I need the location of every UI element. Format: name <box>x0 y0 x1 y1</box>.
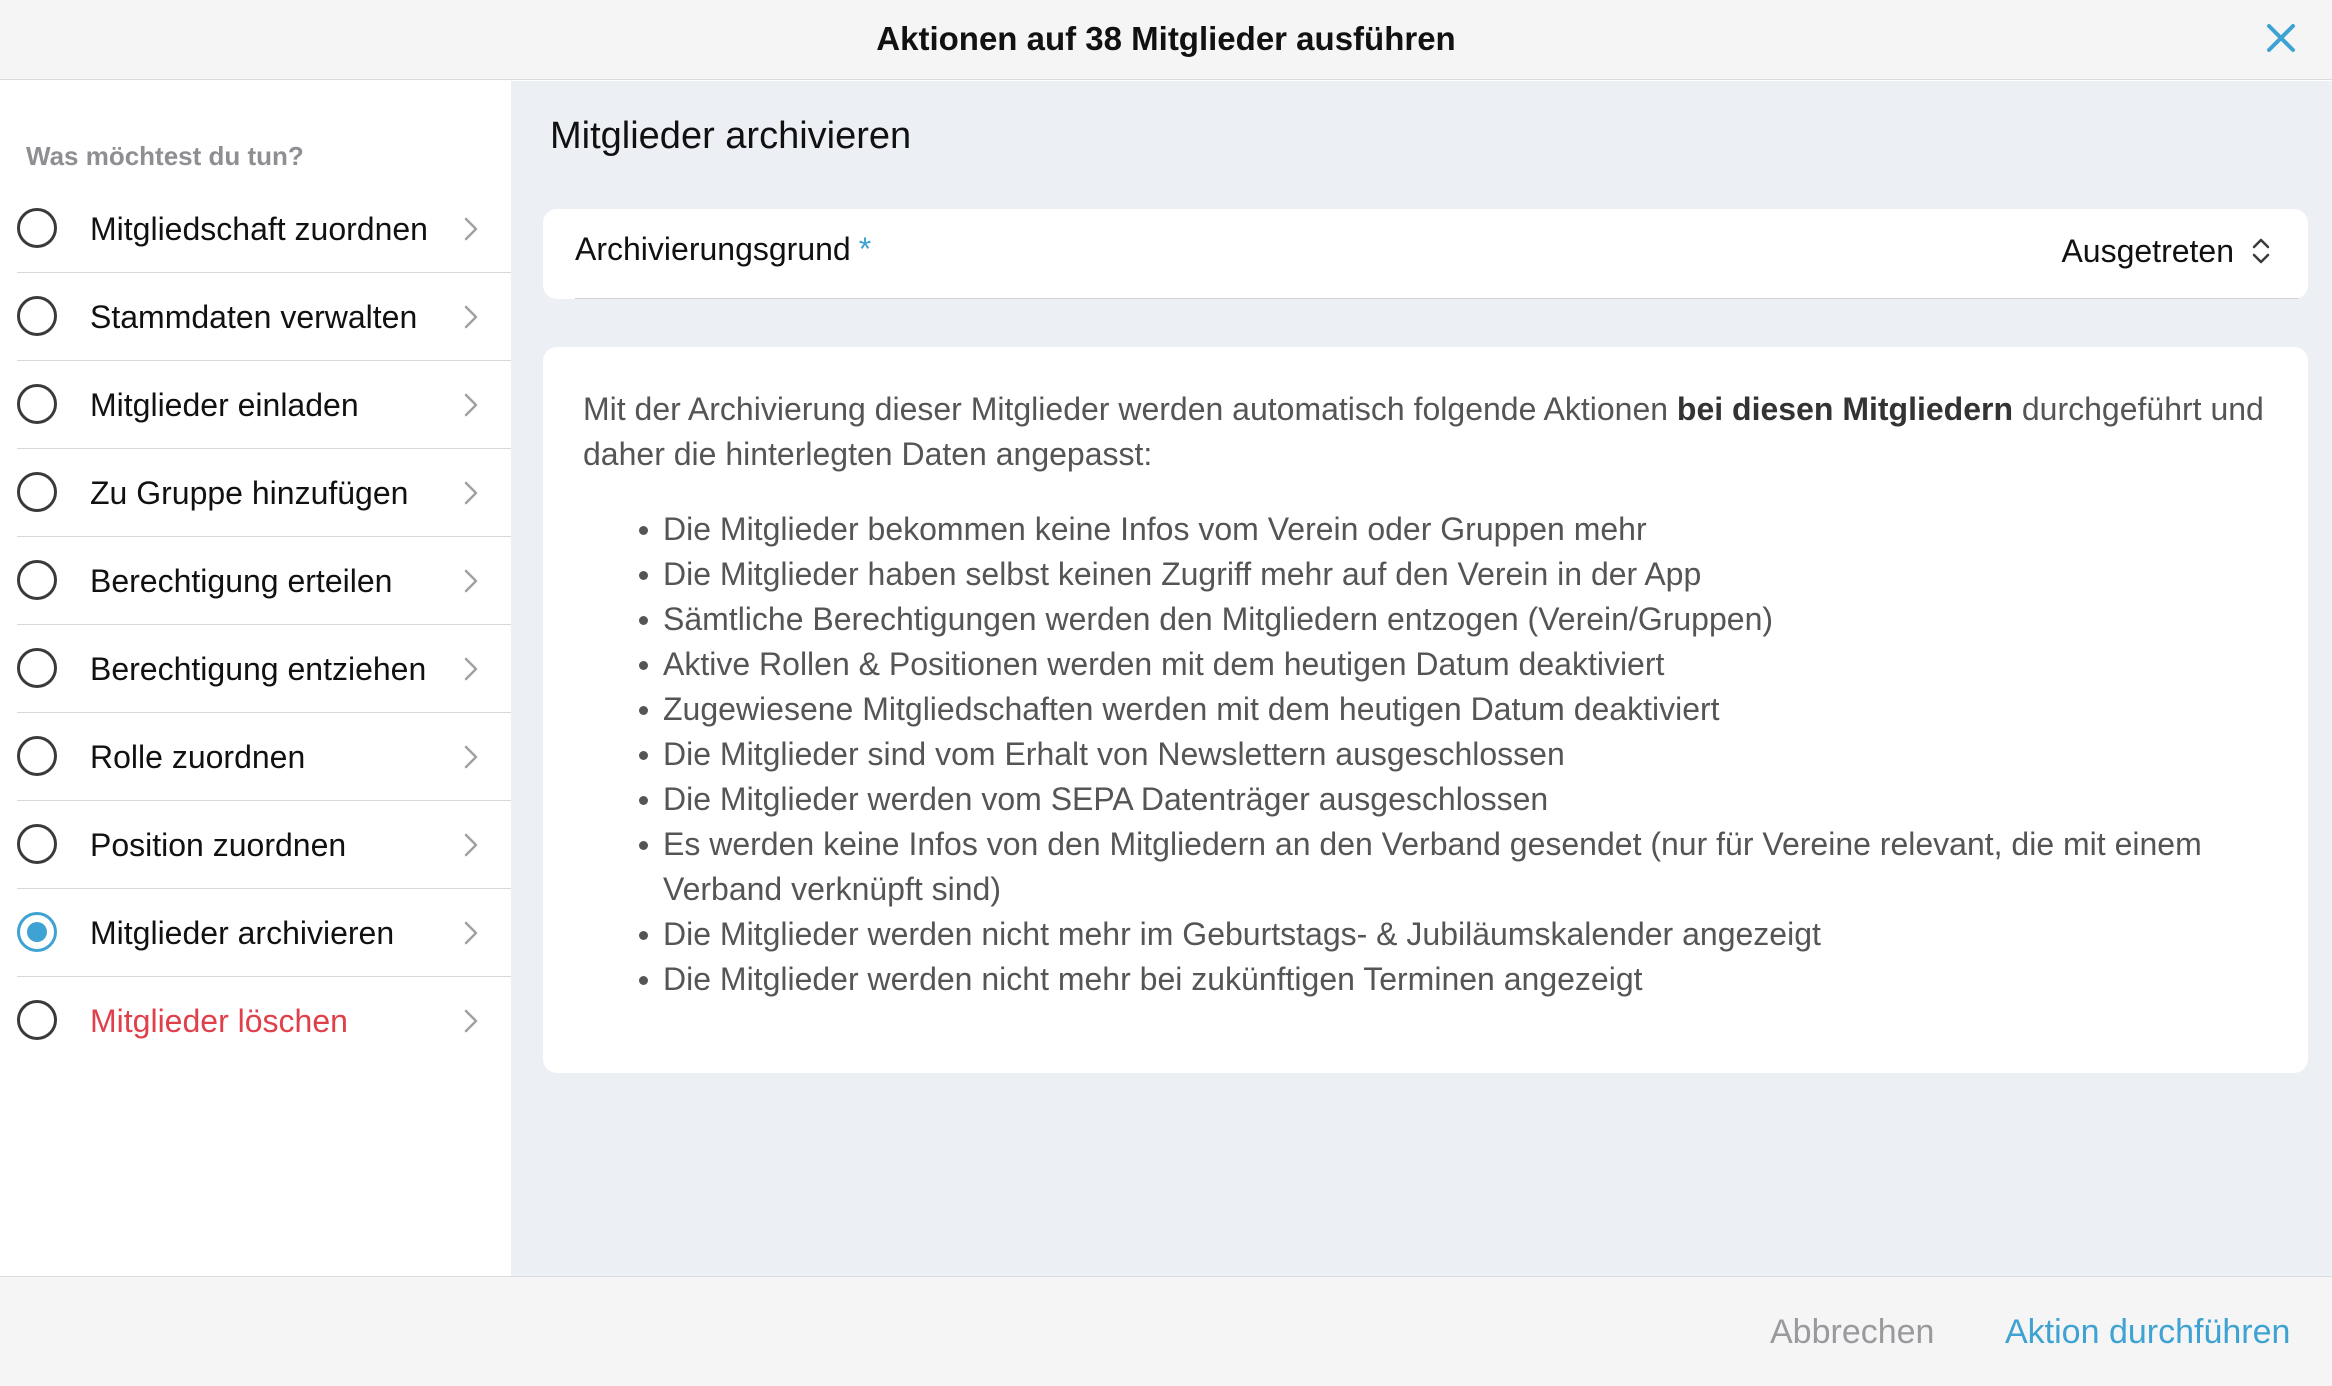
sidebar-item[interactable]: Zu Gruppe hinzufügen <box>17 449 511 537</box>
archive-info-card: Mit der Archivierung dieser Mitglieder w… <box>543 347 2308 1073</box>
dialog-footer: Abbrechen Aktion durchführen <box>0 1276 2332 1386</box>
chevron-right-icon <box>459 479 483 507</box>
archive-reason-select[interactable]: Ausgetreten <box>2061 231 2272 271</box>
radio-icon[interactable] <box>17 296 57 336</box>
sidebar-item[interactable]: Mitglieder einladen <box>17 361 511 449</box>
dialog-title: Aktionen auf 38 Mitglieder ausführen <box>876 20 1456 57</box>
radio-icon[interactable] <box>17 560 57 600</box>
field-divider <box>575 298 2298 299</box>
list-item: Zugewiesene Mitgliedschaften werden mit … <box>583 687 2283 732</box>
sidebar-item[interactable]: Berechtigung entziehen <box>17 625 511 713</box>
sidebar-item-label: Mitglieder einladen <box>90 387 359 423</box>
sidebar-item[interactable]: Berechtigung erteilen <box>17 537 511 625</box>
close-button[interactable] <box>2259 16 2303 60</box>
radio-icon[interactable] <box>17 208 57 248</box>
chevron-right-icon <box>459 831 483 859</box>
sidebar-item-label: Mitglieder archivieren <box>90 915 395 951</box>
chevron-right-icon <box>459 303 483 331</box>
sidebar-heading: Was möchtest du tun? <box>26 141 304 171</box>
sidebar-item[interactable]: Mitglieder archivieren <box>17 889 511 977</box>
required-mark: * <box>858 231 872 267</box>
intro-text-bold: bei diesen Mitgliedern <box>1676 391 2013 427</box>
archive-consequences-list: Die Mitglieder bekommen keine Infos vom … <box>583 507 2283 1002</box>
intro-text-before: Mit der Archivierung dieser Mitglieder w… <box>583 391 1677 427</box>
list-item: Es werden keine Infos von den Mitglieder… <box>583 822 2283 912</box>
sidebar-item-label: Zu Gruppe hinzufügen <box>90 475 409 511</box>
dialog-header: Aktionen auf 38 Mitglieder ausführen <box>0 0 2332 80</box>
radio-icon[interactable] <box>17 384 57 424</box>
action-sidebar: Was möchtest du tun? Mitgliedschaft zuor… <box>0 81 511 1276</box>
radio-icon[interactable] <box>17 824 57 864</box>
chevron-right-icon <box>459 1007 483 1035</box>
execute-action-button[interactable]: Aktion durchführen <box>2005 1277 2290 1386</box>
sidebar-item-label: Rolle zuordnen <box>90 739 306 775</box>
sidebar-item-label: Stammdaten verwalten <box>90 299 418 335</box>
sidebar-item[interactable]: Mitglieder löschen <box>17 977 511 1065</box>
page-title: Mitglieder archivieren <box>550 115 912 157</box>
list-item: Aktive Rollen & Positionen werden mit de… <box>583 642 2283 687</box>
radio-icon[interactable] <box>17 472 57 512</box>
radio-icon[interactable] <box>17 648 57 688</box>
archive-info-intro: Mit der Archivierung dieser Mitglieder w… <box>583 387 2283 477</box>
radio-selected-icon[interactable] <box>17 912 57 952</box>
sidebar-item-label: Position zuordnen <box>90 827 347 863</box>
chevron-right-icon <box>459 655 483 683</box>
cancel-button[interactable]: Abbrechen <box>1770 1277 1934 1386</box>
chevron-up-down-icon <box>2252 238 2270 264</box>
chevron-right-icon <box>459 919 483 947</box>
sidebar-item-label: Berechtigung entziehen <box>90 651 427 687</box>
action-menu: Mitgliedschaft zuordnen Stammdaten verwal… <box>17 185 511 1065</box>
list-item: Die Mitglieder sind vom Erhalt von Newsl… <box>583 732 2283 777</box>
sidebar-item-label: Mitglieder löschen <box>90 1003 348 1039</box>
archive-reason-field: Archivierungsgrund * Ausgetreten <box>543 209 2308 299</box>
radio-icon[interactable] <box>17 1000 57 1040</box>
sidebar-item-label: Berechtigung erteilen <box>90 563 393 599</box>
list-item: Sämtliche Berechtigungen werden den Mitg… <box>583 597 2283 642</box>
chevron-right-icon <box>459 391 483 419</box>
main-panel: Mitglieder archivieren Archivierungsgrun… <box>511 81 2332 1276</box>
close-icon <box>2267 24 2295 52</box>
archive-reason-label: Archivierungsgrund * <box>575 231 871 268</box>
radio-icon[interactable] <box>17 736 57 776</box>
chevron-right-icon <box>459 567 483 595</box>
sidebar-item[interactable]: Stammdaten verwalten <box>17 273 511 361</box>
sidebar-item[interactable]: Mitgliedschaft zuordnen <box>17 185 511 273</box>
sidebar-item[interactable]: Position zuordnen <box>17 801 511 889</box>
sidebar-item[interactable]: Rolle zuordnen <box>17 713 511 801</box>
chevron-right-icon <box>459 743 483 771</box>
archive-reason-value: Ausgetreten <box>2061 232 2234 269</box>
list-item: Die Mitglieder werden vom SEPA Datenträg… <box>583 777 2283 822</box>
list-item: Die Mitglieder werden nicht mehr bei zuk… <box>583 957 2283 1002</box>
list-item: Die Mitglieder haben selbst keinen Zugri… <box>583 552 2283 597</box>
chevron-right-icon <box>459 215 483 243</box>
list-item: Die Mitglieder bekommen keine Infos vom … <box>583 507 2283 552</box>
list-item: Die Mitglieder werden nicht mehr im Gebu… <box>583 912 2283 957</box>
sidebar-item-label: Mitgliedschaft zuordnen <box>90 211 428 247</box>
archive-reason-label-text: Archivierungsgrund <box>575 231 851 267</box>
